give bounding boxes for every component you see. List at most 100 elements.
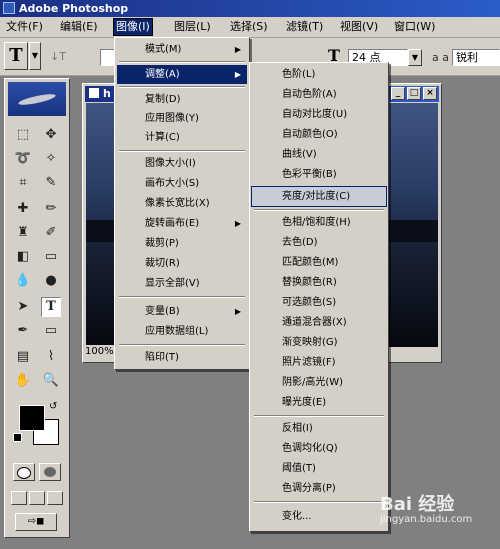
pen-tool-icon[interactable]: ✒: [13, 321, 33, 341]
submenu-arrow-icon: ▶: [234, 307, 241, 316]
menu-bar: 文件(F) 编辑(E) 图像(I) 图层(L) 选择(S) 滤镜(T) 视图(V…: [0, 17, 500, 38]
close-icon[interactable]: ×: [423, 87, 437, 100]
quick-mask-icon: [44, 467, 56, 477]
image-menu-duplicate[interactable]: 复制(D): [117, 90, 247, 109]
image-menu-trap[interactable]: 陷印(T): [117, 348, 247, 367]
adjust-brightness-contrast[interactable]: 亮度/对比度(C): [251, 186, 387, 207]
menu-image[interactable]: 图像(I): [113, 18, 153, 36]
text-orientation-icon[interactable]: ↓T: [50, 50, 66, 63]
adjust-posterize[interactable]: 色调分离(P): [252, 479, 386, 498]
standard-mode-button[interactable]: [13, 463, 35, 481]
menu-view[interactable]: 视图(V): [338, 19, 380, 35]
image-menu-image-size[interactable]: 图像大小(I): [117, 154, 247, 173]
magic-wand-icon[interactable]: ✧: [41, 149, 61, 169]
image-menu-crop[interactable]: 裁剪(P): [117, 234, 247, 253]
menu-filter[interactable]: 滤镜(T): [284, 19, 325, 35]
image-menu-variables[interactable]: 变量(B) ▶: [117, 302, 247, 321]
adjust-color-balance[interactable]: 色彩平衡(B): [252, 165, 386, 184]
adjust-equalize[interactable]: 色调均化(Q): [252, 439, 386, 458]
anti-alias-field[interactable]: 锐利: [452, 49, 500, 66]
menu-select[interactable]: 选择(S): [228, 19, 270, 35]
app-title: Adobe Photoshop: [19, 2, 129, 15]
screen-mode-standard[interactable]: [11, 491, 27, 505]
healing-brush-icon[interactable]: ✚: [13, 199, 33, 219]
adjust-invert[interactable]: 反相(I): [252, 419, 386, 438]
dodge-tool-icon[interactable]: ●: [41, 271, 61, 291]
adjust-hue-saturation[interactable]: 色相/饱和度(H): [252, 213, 386, 232]
adjust-photo-filter[interactable]: 照片滤镜(F): [252, 353, 386, 372]
jump-to-imageready-button[interactable]: ⇨◼: [15, 513, 57, 531]
adjust-threshold[interactable]: 阈值(T): [252, 459, 386, 478]
menu-window[interactable]: 窗口(W): [392, 19, 437, 35]
tool-preset-dropdown[interactable]: ▼: [29, 42, 41, 70]
type-tool-icon[interactable]: T: [41, 297, 61, 317]
minimize-icon[interactable]: _: [391, 87, 405, 100]
image-menu-apply-data-set[interactable]: 应用数据组(L): [117, 322, 247, 341]
baidu-watermark: Bai 经验: [380, 494, 455, 515]
adjust-exposure[interactable]: 曝光度(E): [252, 393, 386, 412]
screen-mode-full-menu[interactable]: [29, 491, 45, 505]
move-tool-icon[interactable]: ✥: [41, 125, 61, 145]
adjust-shadow-highlight[interactable]: 阴影/高光(W): [252, 373, 386, 392]
image-menu-trim[interactable]: 裁切(R): [117, 254, 247, 273]
image-menu-canvas-size[interactable]: 画布大小(S): [117, 174, 247, 193]
menu-separator: [119, 344, 245, 346]
lasso-tool-icon[interactable]: ➰: [13, 149, 33, 169]
adjust-channel-mixer[interactable]: 通道混合器(X): [252, 313, 386, 332]
zoom-level[interactable]: 100%: [85, 345, 115, 359]
adjust-auto-color[interactable]: 自动颜色(O): [252, 125, 386, 144]
default-colors-icon[interactable]: [13, 433, 22, 442]
menu-separator: [254, 415, 384, 417]
tool-preset-button[interactable]: T: [4, 42, 28, 70]
slice-tool-icon[interactable]: ✎: [41, 173, 61, 193]
menu-separator: [119, 61, 245, 63]
document-icon: [89, 88, 99, 98]
eraser-tool-icon[interactable]: ◧: [13, 247, 33, 267]
menu-layer[interactable]: 图层(L): [172, 19, 213, 35]
adjust-replace-color[interactable]: 替换颜色(R): [252, 273, 386, 292]
adjust-gradient-map[interactable]: 渐变映射(G): [252, 333, 386, 352]
image-menu-apply-image[interactable]: 应用图像(Y): [117, 109, 247, 128]
adjust-auto-levels[interactable]: 自动色阶(A): [252, 85, 386, 104]
adjust-variations[interactable]: 变化...: [252, 507, 386, 526]
maximize-icon[interactable]: □: [407, 87, 421, 100]
adjust-auto-contrast[interactable]: 自动对比度(U): [252, 105, 386, 124]
font-size-dropdown[interactable]: ▼: [408, 49, 422, 66]
photoshop-app-icon: [3, 2, 15, 14]
image-menu-mode[interactable]: 模式(M) ▶: [117, 40, 247, 59]
crop-tool-icon[interactable]: ⌗: [13, 173, 33, 193]
quick-mask-button[interactable]: [39, 463, 61, 481]
clone-stamp-icon[interactable]: ♜: [13, 223, 33, 243]
eyedropper-icon[interactable]: ⌇: [41, 347, 61, 367]
standard-mode-icon: [17, 467, 31, 479]
adjust-curves[interactable]: 曲线(V): [252, 145, 386, 164]
shape-tool-icon[interactable]: ▭: [41, 321, 61, 341]
adjust-desaturate[interactable]: 去色(D): [252, 233, 386, 252]
screen-mode-full[interactable]: [47, 491, 63, 505]
image-menu-adjust[interactable]: 调整(A) ▶: [117, 65, 247, 84]
image-menu-rotate-canvas[interactable]: 旋转画布(E) ▶: [117, 214, 247, 233]
submenu-arrow-icon: ▶: [234, 70, 241, 79]
adjust-selective-color[interactable]: 可选颜色(S): [252, 293, 386, 312]
menu-file[interactable]: 文件(F): [4, 19, 45, 35]
history-brush-icon[interactable]: ✐: [41, 223, 61, 243]
adjust-match-color[interactable]: 匹配颜色(M): [252, 253, 386, 272]
path-selection-icon[interactable]: ➤: [13, 297, 33, 317]
brush-tool-icon[interactable]: ✏: [41, 199, 61, 219]
hand-tool-icon[interactable]: ✋: [13, 371, 33, 391]
image-menu-pixel-aspect[interactable]: 像素长宽比(X): [117, 194, 247, 213]
menu-edit[interactable]: 编辑(E): [58, 19, 100, 35]
zoom-tool-icon[interactable]: 🔍: [41, 371, 61, 391]
marquee-tool-icon[interactable]: ⬚: [13, 125, 33, 145]
adjust-levels[interactable]: 色阶(L): [252, 65, 386, 84]
gradient-tool-icon[interactable]: ▭: [41, 247, 61, 267]
blur-tool-icon[interactable]: 💧: [13, 271, 33, 291]
notes-tool-icon[interactable]: ▤: [13, 347, 33, 367]
image-menu-calculations[interactable]: 计算(C): [117, 128, 247, 147]
swap-colors-icon[interactable]: ↺: [49, 401, 57, 412]
image-menu-variables-label: 变量(B): [145, 306, 180, 317]
foreground-color-swatch-top[interactable]: [19, 405, 45, 431]
app-title-bar: Adobe Photoshop: [0, 0, 500, 17]
feather-icon: [17, 92, 57, 107]
image-menu-reveal-all[interactable]: 显示全部(V): [117, 274, 247, 293]
